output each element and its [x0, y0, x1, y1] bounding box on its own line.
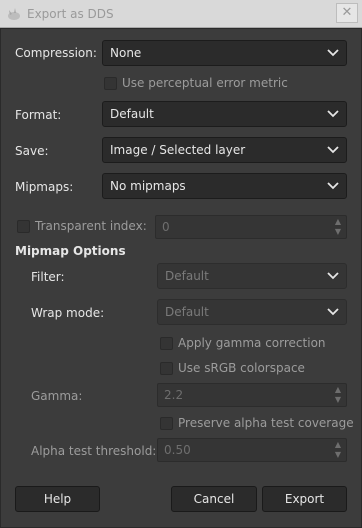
spin-down-icon[interactable]: ▼: [331, 395, 345, 405]
close-button[interactable]: ✕: [336, 3, 358, 23]
compression-label: Compression:: [15, 46, 97, 60]
alpha-threshold-label: Alpha test threshold:: [31, 444, 157, 458]
window-title: Export as DDS: [27, 7, 114, 21]
spin-up-icon[interactable]: ▲: [331, 440, 345, 450]
gamma-correction-label: Apply gamma correction: [178, 336, 326, 350]
filter-dropdown[interactable]: Default: [157, 263, 347, 289]
chevron-down-icon: [327, 110, 339, 118]
format-value: Default: [110, 107, 154, 121]
srgb-checkbox[interactable]: [160, 362, 173, 375]
spin-up-icon[interactable]: ▲: [331, 385, 345, 395]
save-dropdown[interactable]: Image / Selected layer: [102, 137, 347, 163]
alpha-threshold-value: 0.50: [164, 443, 191, 457]
spin-down-icon[interactable]: ▼: [331, 450, 345, 460]
spin-down-icon[interactable]: ▼: [331, 227, 345, 237]
save-value: Image / Selected layer: [110, 143, 246, 157]
preserve-alpha-checkbox[interactable]: [160, 417, 173, 430]
transparent-index-value: 0: [162, 220, 170, 234]
gimp-app-icon: [8, 8, 20, 20]
chevron-down-icon: [327, 49, 339, 57]
alpha-threshold-spinner[interactable]: 0.50 ▲ ▼: [157, 438, 347, 462]
compression-value: None: [110, 46, 142, 60]
spinner-arrows[interactable]: ▲ ▼: [331, 385, 345, 405]
spinner-arrows[interactable]: ▲ ▼: [331, 217, 345, 237]
gamma-spinner[interactable]: 2.2 ▲ ▼: [157, 383, 347, 407]
wrap-mode-dropdown[interactable]: Default: [157, 299, 347, 325]
mipmaps-value: No mipmaps: [110, 179, 186, 193]
wrap-mode-value: Default: [165, 305, 209, 319]
chevron-down-icon: [327, 272, 339, 280]
format-label: Format:: [15, 108, 62, 122]
save-label: Save:: [15, 144, 49, 158]
preserve-alpha-label: Preserve alpha test coverage: [178, 416, 354, 430]
gamma-correction-checkbox[interactable]: [160, 337, 173, 350]
filter-label: Filter:: [31, 270, 65, 284]
mipmaps-label: Mipmaps:: [15, 180, 74, 194]
export-button[interactable]: Export: [262, 486, 347, 512]
transparent-label: Transparent index:: [35, 219, 147, 233]
mipmaps-dropdown[interactable]: No mipmaps: [102, 173, 347, 199]
cancel-button[interactable]: Cancel: [171, 486, 257, 512]
mipmap-options-heading: Mipmap Options: [15, 244, 126, 258]
help-button[interactable]: Help: [15, 486, 100, 512]
format-dropdown[interactable]: Default: [102, 101, 347, 127]
perceptual-checkbox[interactable]: [104, 77, 117, 90]
gamma-value: 2.2: [164, 388, 184, 402]
transparent-checkbox[interactable]: [17, 220, 30, 233]
spinner-arrows[interactable]: ▲ ▼: [331, 440, 345, 460]
transparent-index-spinner[interactable]: 0 ▲ ▼: [155, 215, 347, 239]
title-bar: Export as DDS ✕: [0, 0, 362, 28]
filter-value: Default: [165, 269, 209, 283]
compression-dropdown[interactable]: None: [102, 40, 347, 66]
perceptual-label: Use perceptual error metric: [122, 76, 288, 90]
srgb-label: Use sRGB colorspace: [178, 361, 305, 375]
chevron-down-icon: [327, 308, 339, 316]
gamma-label: Gamma:: [31, 389, 83, 403]
wrap-mode-label: Wrap mode:: [31, 306, 105, 320]
spin-up-icon[interactable]: ▲: [331, 217, 345, 227]
chevron-down-icon: [327, 146, 339, 154]
chevron-down-icon: [327, 182, 339, 190]
